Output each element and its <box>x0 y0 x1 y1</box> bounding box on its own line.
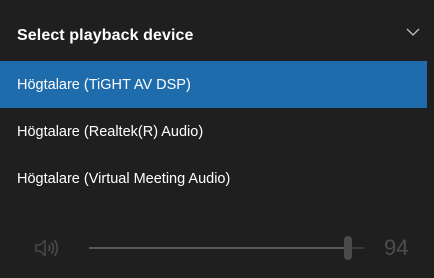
volume-slider-fill <box>89 247 348 249</box>
volume-slider-thumb[interactable] <box>343 236 352 260</box>
flyout-title: Select playback device <box>17 27 194 44</box>
device-item-realtek-audio[interactable]: Högtalare (Realtek(R) Audio) <box>0 108 427 155</box>
speaker-icon[interactable] <box>33 236 61 260</box>
device-item-tight-av-dsp[interactable]: Högtalare (TiGHT AV DSP) <box>0 61 427 108</box>
playback-device-flyout: Select playback device Högtalare (TiGHT … <box>0 0 434 278</box>
volume-value: 94 <box>384 235 409 260</box>
device-item-label: Högtalare (TiGHT AV DSP) <box>17 76 191 93</box>
device-item-label: Högtalare (Realtek(R) Audio) <box>17 123 204 140</box>
flyout-header[interactable]: Select playback device <box>0 14 434 58</box>
chevron-down-icon[interactable] <box>404 23 422 41</box>
device-item-label: Högtalare (Virtual Meeting Audio) <box>17 170 231 187</box>
volume-slider[interactable] <box>89 236 364 260</box>
device-item-virtual-meeting-audio[interactable]: Högtalare (Virtual Meeting Audio) <box>0 155 427 202</box>
device-list: Högtalare (TiGHT AV DSP) Högtalare (Real… <box>0 61 427 202</box>
volume-row: 94 <box>0 230 434 266</box>
